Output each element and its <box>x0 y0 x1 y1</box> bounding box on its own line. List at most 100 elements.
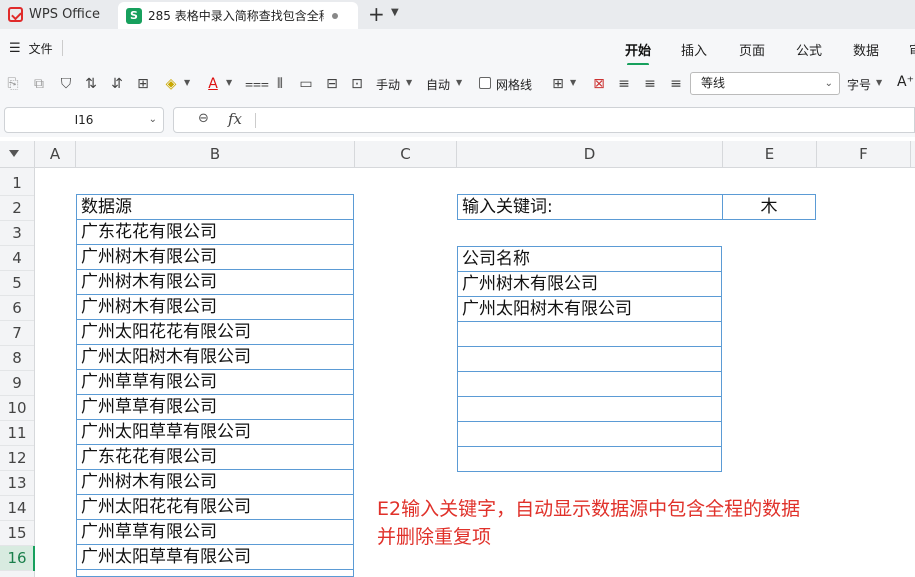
wrap-text-icon[interactable]: ⩶ <box>245 75 269 93</box>
source-cell-b6[interactable]: 广州树木有限公司 <box>76 294 354 320</box>
column-header-d[interactable]: D <box>457 141 723 168</box>
row-header-10[interactable]: 10 <box>0 396 34 421</box>
cell-style-icon[interactable]: ⊞ <box>549 75 567 93</box>
source-cell-b11[interactable]: 广州太阳草草有限公司 <box>76 419 354 445</box>
row-header-11[interactable]: 11 <box>0 421 34 446</box>
filter-icon[interactable]: ⛉ <box>57 75 75 93</box>
tab-review[interactable]: 审 <box>909 40 915 59</box>
autofit-dropdown-icon[interactable]: ▼ <box>456 78 462 87</box>
source-cell-b16[interactable]: 广州太阳草草有限公司 <box>76 544 354 570</box>
row-header-13[interactable]: 13 <box>0 471 34 496</box>
column-header-f[interactable]: F <box>817 141 911 168</box>
row-header-1[interactable]: 1 <box>0 171 34 196</box>
fx-icon[interactable]: fx <box>228 110 242 128</box>
source-cell-b5[interactable]: 广州树木有限公司 <box>76 269 354 295</box>
tab-data[interactable]: 数据 <box>853 40 879 59</box>
align-center-icon[interactable]: ≡ <box>641 75 659 93</box>
source-cell-b15[interactable]: 广州草草有限公司 <box>76 519 354 545</box>
wps-logo-icon <box>8 7 23 22</box>
source-cell-b4[interactable]: 广州树木有限公司 <box>76 244 354 270</box>
result-header-cell[interactable]: 公司名称 <box>457 246 722 272</box>
border-icon[interactable]: ⊞ <box>134 75 152 93</box>
row-header-16-label: 16 <box>7 549 27 567</box>
font-color-icon[interactable]: A <box>204 75 222 93</box>
row-header-6[interactable]: 6 <box>0 296 34 321</box>
increase-font-button[interactable]: A⁺ <box>897 74 914 90</box>
column-header-e[interactable]: E <box>723 141 817 168</box>
merge-icon[interactable]: ▭ <box>297 75 315 93</box>
file-menu[interactable]: ☰ 文件 <box>9 40 53 57</box>
row-height-icon[interactable]: ⊟ <box>323 75 341 93</box>
fill-color-icon[interactable]: ◈ <box>162 75 180 93</box>
source-cell-b12[interactable]: 广东花花有限公司 <box>76 444 354 470</box>
source-cell-b10[interactable]: 广州草草有限公司 <box>76 394 354 420</box>
tab-insert[interactable]: 插入 <box>681 40 707 59</box>
zoom-icon[interactable]: ⊖ <box>198 111 209 126</box>
tab-formula[interactable]: 公式 <box>796 40 822 59</box>
source-cell-b9[interactable]: 广州草草有限公司 <box>76 369 354 395</box>
row-header-9[interactable]: 9 <box>0 371 34 396</box>
row-header-15[interactable]: 15 <box>0 521 34 546</box>
source-cell-b3[interactable]: 广东花花有限公司 <box>76 219 354 245</box>
source-cell-b7[interactable]: 广州太阳花花有限公司 <box>76 319 354 345</box>
ribbon-toolbar: ⎘ ⧉ ⛉ ⇅ ⇵ ⊞ ◈ ▼ A ▼ ⩶ ⫴ ▭ ⊟ ⊡ 手动 ▼ 自动 ▼ … <box>0 65 915 103</box>
tab-page[interactable]: 页面 <box>739 40 765 59</box>
tab-home[interactable]: 开始 <box>625 40 651 66</box>
source-header-cell[interactable]: 数据源 <box>76 194 354 220</box>
font-name-select[interactable]: 等线 ⌄ <box>690 72 840 95</box>
column-width-icon[interactable]: ⫴ <box>271 75 289 93</box>
autofit-button[interactable]: 自动 <box>426 76 450 93</box>
keyword-label-cell[interactable]: 输入关键词: <box>457 194 723 220</box>
result-cell-d9[interactable] <box>457 371 722 397</box>
name-box[interactable]: I16 ⌄ <box>4 107 164 133</box>
column-header: A B C D E F <box>0 141 915 168</box>
row-header-2[interactable]: 2 <box>0 196 34 221</box>
row-header-3[interactable]: 3 <box>0 221 34 246</box>
paste-icon[interactable]: ⧉ <box>30 75 48 93</box>
fill-color-dropdown-icon[interactable]: ▼ <box>184 78 190 87</box>
row-header-14[interactable]: 14 <box>0 496 34 521</box>
new-tab-button[interactable]: + <box>368 3 385 25</box>
source-cell-b13[interactable]: 广州树木有限公司 <box>76 469 354 495</box>
align-left-icon[interactable]: ≡ <box>615 75 633 93</box>
tab-list-dropdown-icon[interactable]: ▼ <box>391 7 399 18</box>
source-cell-b17[interactable] <box>76 569 354 577</box>
result-cell-d12[interactable] <box>457 446 722 472</box>
format-painter-icon[interactable]: ⎘ <box>4 75 22 93</box>
result-cell-d5[interactable]: 广州树木有限公司 <box>457 271 722 297</box>
indent-icon[interactable]: ⊡ <box>348 75 366 93</box>
row-header-5[interactable]: 5 <box>0 271 34 296</box>
sort-descending-icon[interactable]: ⇵ <box>108 75 126 93</box>
text-direction-dropdown-icon[interactable]: ▼ <box>406 78 412 87</box>
align-right-icon[interactable]: ≡ <box>667 75 685 93</box>
cell-style-dropdown-icon[interactable]: ▼ <box>570 78 576 87</box>
row-header-8[interactable]: 8 <box>0 346 34 371</box>
text-direction-button[interactable]: 手动 <box>376 76 400 93</box>
wps-office-tab[interactable]: WPS Office <box>0 0 112 29</box>
result-cell-d10[interactable] <box>457 396 722 422</box>
result-cell-d8[interactable] <box>457 346 722 372</box>
result-cell-d11[interactable] <box>457 421 722 447</box>
gridlines-checkbox[interactable] <box>479 77 491 89</box>
formula-input[interactable]: ⊖ fx <box>173 107 915 133</box>
document-tab[interactable]: S 285 表格中录入简称查找包含全称 <box>118 2 358 29</box>
font-size-select[interactable]: 字号 <box>847 76 871 93</box>
select-all-corner[interactable] <box>0 141 35 168</box>
row-header-12[interactable]: 12 <box>0 446 34 471</box>
source-cell-b8[interactable]: 广州太阳树木有限公司 <box>76 344 354 370</box>
font-color-dropdown-icon[interactable]: ▼ <box>226 78 232 87</box>
unsaved-dot-icon[interactable] <box>332 12 338 19</box>
column-header-b[interactable]: B <box>76 141 355 168</box>
font-size-dropdown-icon[interactable]: ▼ <box>876 78 882 87</box>
row-header-4[interactable]: 4 <box>0 246 34 271</box>
clear-format-icon[interactable]: ⊠ <box>590 75 608 93</box>
result-cell-d7[interactable] <box>457 321 722 347</box>
sort-ascending-icon[interactable]: ⇅ <box>82 75 100 93</box>
column-header-a[interactable]: A <box>35 141 76 168</box>
column-header-c[interactable]: C <box>355 141 457 168</box>
keyword-input-cell[interactable]: 木 <box>722 194 816 220</box>
row-header-7[interactable]: 7 <box>0 321 34 346</box>
source-cell-b14[interactable]: 广州太阳花花有限公司 <box>76 494 354 520</box>
row-header-16-selected[interactable]: 16 <box>0 546 35 571</box>
result-cell-d6[interactable]: 广州太阳树木有限公司 <box>457 296 722 322</box>
